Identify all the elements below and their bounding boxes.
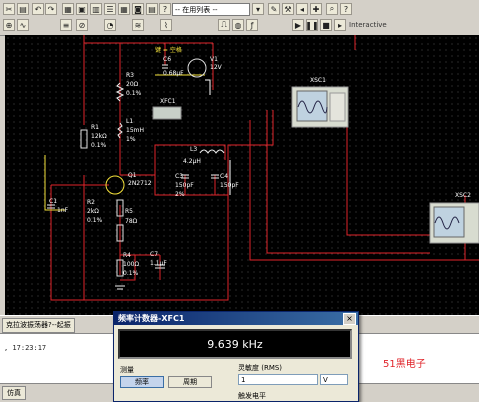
l1-value: 15mH xyxy=(126,127,144,134)
frequency-button-label: 频率 xyxy=(135,378,149,386)
frequency-reading: 9.639 kHz xyxy=(118,329,352,359)
interactive-label: Interactive xyxy=(349,21,387,29)
r4-tol: 0.1% xyxy=(123,270,139,277)
xsc2-instrument[interactable] xyxy=(429,202,479,244)
grid-icon[interactable]: ▦ xyxy=(62,3,74,15)
stop-icon[interactable]: ■ xyxy=(320,19,332,31)
help-icon[interactable]: ? xyxy=(159,3,171,15)
c4-name: C4 xyxy=(220,173,228,180)
cut-icon[interactable]: ✂ xyxy=(3,3,15,15)
sensitivity-label: 灵敏度 (RMS) xyxy=(238,364,283,372)
db-icon[interactable]: ◙ xyxy=(132,3,144,15)
function-icon[interactable]: ƒ xyxy=(246,19,258,31)
sim-switch-icon[interactable]: ⎍ xyxy=(218,19,230,31)
log-line: , 17:23:17 xyxy=(4,344,47,352)
info-icon[interactable]: ? xyxy=(340,3,352,15)
r4-value: 100Ω xyxy=(123,261,139,268)
c4-value: 150pF xyxy=(220,182,239,189)
table-icon[interactable]: ▦ xyxy=(118,3,130,15)
period-button-label: 周期 xyxy=(183,378,197,386)
dialog-title: 频率计数器-XFC1 xyxy=(114,312,358,325)
watermark-text: 51黑电子 xyxy=(383,359,426,370)
r2-tol: 0.1% xyxy=(87,217,103,224)
chart-icon[interactable]: ▥ xyxy=(90,3,102,15)
r3-name: R3 xyxy=(126,72,134,79)
c3-name: C3 xyxy=(175,173,183,180)
l1-name: L1 xyxy=(126,118,133,125)
key-hint-label: 键 = 空格 xyxy=(155,46,182,54)
redo-icon[interactable]: ↷ xyxy=(45,3,57,15)
q1-value: 2N2712 xyxy=(128,180,152,187)
sheet-icon[interactable]: ▤ xyxy=(146,3,158,15)
source-icon[interactable]: ⊘ xyxy=(76,19,88,31)
list-icon[interactable]: ☰ xyxy=(104,3,116,15)
component-icon[interactable]: ⊕ xyxy=(3,19,15,31)
simulation-tab-label: 仿真 xyxy=(7,389,21,397)
frequency-button[interactable]: 频率 xyxy=(120,376,164,388)
tool-icon[interactable]: ⚒ xyxy=(282,3,294,15)
meter-icon[interactable]: ◔ xyxy=(104,19,116,31)
c6-name: C6 xyxy=(163,56,171,63)
r4-name: R4 xyxy=(123,252,131,259)
q1-name: Q1 xyxy=(128,172,137,179)
main-toolbar: ✂ ▤ ↶ ↷ ▦ ▣ ▥ ☰ ▦ ◙ ▤ ? -- 在用列表 -- ▾ ✎ ⚒… xyxy=(0,0,479,36)
c3-tol: 2% xyxy=(175,191,185,198)
run-icon[interactable]: ▶ xyxy=(292,19,304,31)
l3-name: L3 xyxy=(190,146,197,153)
r1-name: R1 xyxy=(91,124,99,131)
sensitivity-input[interactable]: 1 xyxy=(238,374,318,385)
r5-name: R5 xyxy=(125,208,133,215)
c7-name: C7 xyxy=(150,251,158,258)
toolbar-row-2: ⊕ ∿ ≡ ⊘ ◔ ≋ ⌇ ⎍ ◍ ƒ ▶ ❚❚ ■ ▸ Interactive xyxy=(0,18,479,34)
r2-value: 2kΩ xyxy=(87,208,99,215)
xsc1-instrument[interactable] xyxy=(291,86,349,128)
toolbar-row-1: ✂ ▤ ↶ ↷ ▦ ▣ ▥ ☰ ▦ ◙ ▤ ? -- 在用列表 -- ▾ ✎ ⚒… xyxy=(0,2,479,18)
c7-value: 1.1μF xyxy=(150,260,167,267)
c6-value: 0.68μF xyxy=(163,70,184,77)
zoom-icon[interactable]: ⌕ xyxy=(326,3,338,15)
period-button[interactable]: 周期 xyxy=(168,376,212,388)
v1-name: V1 xyxy=(210,56,218,63)
xfc1-name: XFC1 xyxy=(160,98,176,105)
design-tab-label: 克拉波振荡器?--起振 xyxy=(6,321,71,329)
r3-tol: 0.1% xyxy=(126,90,142,97)
measure-label: 测量 xyxy=(120,366,134,374)
back-icon[interactable]: ◂ xyxy=(296,3,308,15)
simulation-tab[interactable]: 仿真 xyxy=(2,386,26,400)
sensitivity-unit-select[interactable]: V xyxy=(320,374,348,385)
r2-name: R2 xyxy=(87,199,95,206)
c1-name: C1 xyxy=(49,198,57,205)
r3-value: 20Ω xyxy=(126,81,139,88)
l1-tol: 1% xyxy=(126,136,136,143)
xfc1-instrument[interactable] xyxy=(152,106,182,120)
schematic-canvas[interactable]: 键 = 空格 C6 0.68μF V1 12V R3 20Ω 0.1% XFC1… xyxy=(5,35,479,315)
r1-value: 12kΩ xyxy=(91,133,107,140)
wire-icon[interactable]: ∿ xyxy=(17,19,29,31)
scope-icon[interactable]: ≋ xyxy=(132,19,144,31)
frequency-counter-window: 频率计数器-XFC1 × 9.639 kHz 测量 频率 周期 灵敏度 (RMS… xyxy=(113,311,359,402)
analysis-icon[interactable]: ⌇ xyxy=(160,19,172,31)
step-icon[interactable]: ▸ xyxy=(334,19,346,31)
xsc1-name: XSC1 xyxy=(310,77,326,84)
marker-icon[interactable]: ✚ xyxy=(310,3,322,15)
r1-tol: 0.1% xyxy=(91,142,107,149)
schematic-wires: 键 = 空格 C6 0.68μF V1 12V R3 20Ω 0.1% XFC1… xyxy=(44,35,479,301)
dropdown-arrow-icon[interactable]: ▾ xyxy=(252,3,264,15)
l3-value: 4.2μH xyxy=(183,158,201,165)
xsc2-name: XSC2 xyxy=(455,192,471,199)
in-use-list-select[interactable]: -- 在用列表 -- xyxy=(172,3,250,16)
v1-value: 12V xyxy=(210,64,223,71)
probe-icon[interactable]: ✎ xyxy=(268,3,280,15)
c3-value: 150pF xyxy=(175,182,194,189)
c1-value: 1nF xyxy=(57,207,69,214)
bus-icon[interactable]: ≡ xyxy=(60,19,72,31)
lamp-icon[interactable]: ◍ xyxy=(232,19,244,31)
pause-icon[interactable]: ❚❚ xyxy=(305,19,319,31)
undo-icon[interactable]: ↶ xyxy=(32,3,44,15)
r5-value: 78Ω xyxy=(125,218,138,225)
design-tab[interactable]: 克拉波振荡器?--起振 xyxy=(2,318,75,333)
close-icon[interactable]: × xyxy=(343,313,356,325)
paste-icon[interactable]: ▤ xyxy=(17,3,29,15)
window-icon[interactable]: ▣ xyxy=(76,3,88,15)
